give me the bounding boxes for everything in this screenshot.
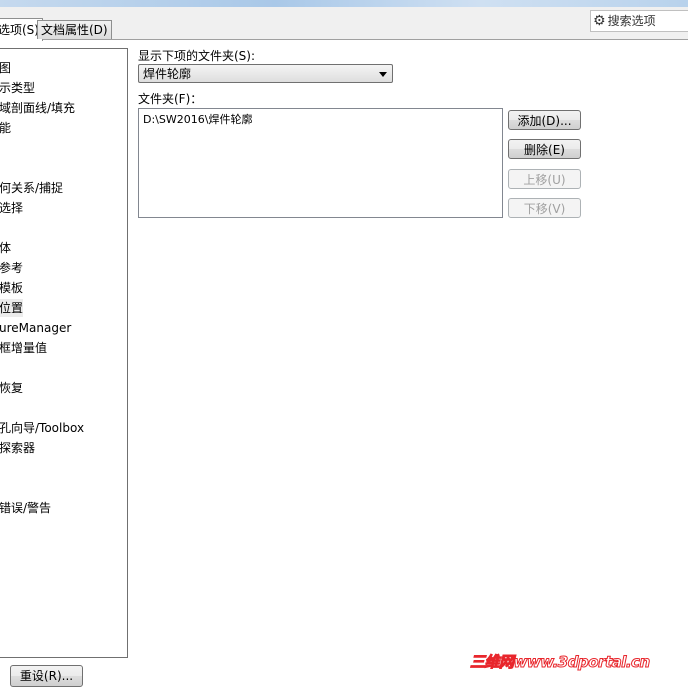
sidebar-item[interactable]: 域剖面线/填充 xyxy=(0,99,75,117)
move-up-button[interactable]: 上移(U) xyxy=(508,169,581,189)
sidebar-item[interactable]: 能 xyxy=(0,119,11,137)
sidebar-item[interactable]: ureManager xyxy=(0,319,71,337)
gear-icon: ⚙ xyxy=(593,13,606,29)
sidebar-item[interactable]: 错误/警告 xyxy=(0,499,51,517)
search-options-input[interactable]: ⚙ 搜索选项 xyxy=(590,10,688,32)
sidebar-item[interactable]: 孔向导/Toolbox xyxy=(0,419,84,437)
sidebar-item[interactable]: 恢复 xyxy=(0,379,23,397)
add-button[interactable]: 添加(D)... xyxy=(508,110,581,130)
delete-button[interactable]: 删除(E) xyxy=(508,139,581,159)
sidebar-item[interactable]: 参考 xyxy=(0,259,23,277)
tab-bar: 选项(S) 文档属性(D) ⚙ 搜索选项 xyxy=(0,7,688,41)
options-tree[interactable]: 图示类型域剖面线/填充能何关系/捕捉 选择体参考模板位置 ureManager 框增量… xyxy=(0,48,128,658)
title-bar xyxy=(0,0,688,7)
tab-document-properties[interactable]: 文档属性(D) xyxy=(37,20,112,39)
sidebar-item[interactable]: 位置 xyxy=(0,299,24,317)
sidebar-item[interactable]: 图 xyxy=(0,59,11,77)
sidebar-item[interactable]: 体 xyxy=(0,239,11,257)
search-placeholder: 搜索选项 xyxy=(607,14,656,28)
list-item[interactable]: D:\SW2016\焊件轮廓 xyxy=(143,111,498,127)
move-down-button[interactable]: 下移(V) xyxy=(508,198,581,218)
folders-list[interactable]: D:\SW2016\焊件轮廓 xyxy=(138,108,503,218)
sidebar-item[interactable]: 探索器 xyxy=(0,439,35,457)
reset-button[interactable]: 重设(R)... xyxy=(10,665,83,687)
sidebar-item[interactable]: 框增量值 xyxy=(0,339,47,357)
show-folders-label: 显示下项的文件夹(S): xyxy=(138,49,256,63)
folder-type-select[interactable]: 焊件轮廓 xyxy=(138,64,393,83)
folders-label: 文件夹(F)： xyxy=(138,92,203,106)
sidebar-item[interactable]: 何关系/捕捉 xyxy=(0,179,63,197)
sidebar-item[interactable]: 模板 xyxy=(0,279,23,297)
sidebar-item[interactable]: 示类型 xyxy=(0,79,35,97)
chevron-down-icon xyxy=(379,72,387,77)
sidebar-item[interactable]: 选择 xyxy=(0,199,23,217)
folder-type-value: 焊件轮廓 xyxy=(143,67,192,81)
watermark: 三维网www.3dportal.cn xyxy=(470,653,651,672)
